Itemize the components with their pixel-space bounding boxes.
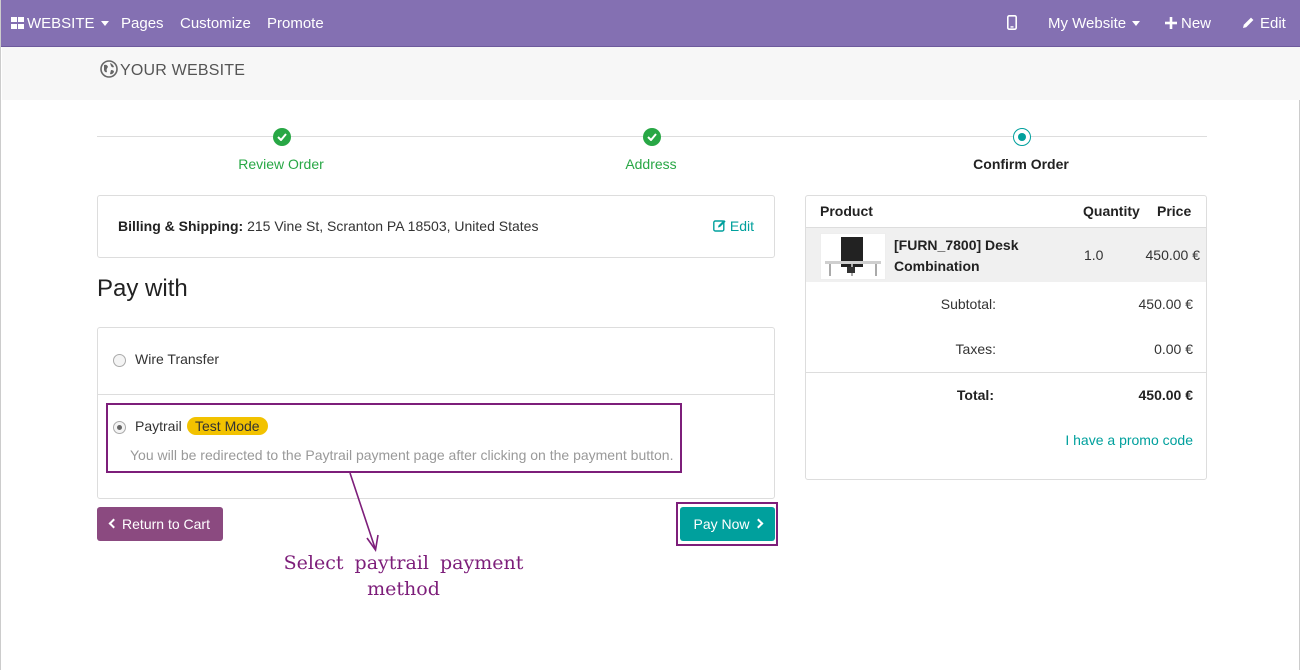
- caret-down-icon: [100, 20, 109, 26]
- step-review-order-check: [273, 128, 291, 146]
- product-price: 450.00 €: [1145, 247, 1201, 263]
- annotation-line-2: method: [367, 578, 440, 600]
- product-quantity: 1.0: [1084, 247, 1104, 263]
- new-label: New: [1181, 15, 1212, 32]
- taxes-value: 0.00 €: [1154, 341, 1193, 357]
- plus-icon: [1165, 16, 1177, 29]
- website-app-menu[interactable]: WEBSITE: [11, 0, 109, 47]
- check-icon: [647, 133, 657, 141]
- billing-shipping-card: Billing & Shipping: 215 Vine St, Scranto…: [97, 195, 775, 258]
- col-product: Product: [820, 203, 873, 219]
- product-thumbnail[interactable]: [820, 233, 886, 280]
- product-name-line-1: [FURN_7800] Desk: [894, 237, 1019, 253]
- wire-transfer-radio[interactable]: [113, 354, 126, 367]
- desk-image: [825, 237, 881, 276]
- summary-header-row: Product Quantity Price: [806, 196, 1206, 227]
- paytrail-highlight-box: [106, 403, 682, 473]
- billing-address-text: 215 Vine St, Scranton PA 18503, United S…: [247, 218, 539, 234]
- site-logo[interactable]: YOUR WEBSITE: [100, 60, 246, 80]
- new-button[interactable]: New: [1165, 0, 1211, 47]
- pencil-icon: [1243, 17, 1254, 29]
- edit-icon: [712, 220, 726, 232]
- order-summary-card: Product Quantity Price [FURN_7800] Desk …: [805, 195, 1207, 480]
- edit-address-label: Edit: [729, 218, 754, 234]
- billing-label: Billing & Shipping:: [118, 218, 244, 234]
- summary-divider: [806, 372, 1206, 373]
- menu-promote[interactable]: Promote: [267, 0, 324, 47]
- product-name-line-2: Combination: [894, 258, 980, 274]
- step-review-order[interactable]: Review Order: [181, 156, 381, 172]
- edit-label: Edit: [1260, 15, 1286, 32]
- pay-now-label: Pay Now: [693, 516, 750, 532]
- check-icon: [277, 133, 287, 141]
- annotation-text: Select paytrail payment method: [281, 550, 526, 602]
- step-address-check: [643, 128, 661, 146]
- subtotal-value: 450.00 €: [1138, 296, 1194, 312]
- globe-icon: [100, 60, 118, 79]
- website-selector[interactable]: My Website: [1048, 0, 1141, 47]
- step-confirm-order: Confirm Order: [973, 156, 1069, 172]
- annotation-line-1: Select paytrail payment: [283, 552, 524, 574]
- payment-method-wire-transfer[interactable]: Wire Transfer: [98, 328, 774, 395]
- mobile-preview-button[interactable]: [1007, 0, 1017, 47]
- pay-now-button[interactable]: Pay Now: [680, 507, 775, 541]
- step-address[interactable]: Address: [551, 156, 751, 172]
- menu-pages[interactable]: Pages: [121, 0, 164, 47]
- edit-button[interactable]: Edit: [1242, 0, 1286, 47]
- caret-down-icon: [1132, 20, 1141, 26]
- promo-code-link[interactable]: I have a promo code: [1065, 432, 1193, 448]
- step-confirm-order-dot: [1013, 128, 1031, 146]
- website-topbar: WEBSITE Pages Customize Promote My Websi…: [1, 0, 1300, 47]
- total-label: Total:: [956, 387, 994, 403]
- annotation-arrow: [349, 472, 379, 553]
- website-selector-label: My Website: [1048, 15, 1127, 32]
- col-price: Price: [1157, 203, 1192, 219]
- menu-customize[interactable]: Customize: [180, 0, 251, 47]
- total-value: 450.00 €: [1138, 387, 1194, 403]
- apps-grid-icon: [11, 16, 24, 29]
- edit-address-link[interactable]: Edit: [712, 218, 754, 234]
- return-to-cart-label: Return to Cart: [122, 516, 210, 532]
- taxes-label: Taxes:: [955, 341, 996, 357]
- billing-address: Billing & Shipping: 215 Vine St, Scranto…: [118, 218, 538, 234]
- return-to-cart-button[interactable]: Return to Cart: [97, 507, 223, 541]
- wire-transfer-label[interactable]: Wire Transfer: [135, 351, 219, 367]
- mobile-phone-icon: [1007, 15, 1017, 31]
- chevron-right-icon: [753, 518, 763, 529]
- product-name[interactable]: [FURN_7800] Desk Combination: [894, 235, 1044, 277]
- brand-name: YOUR WEBSITE: [120, 62, 246, 79]
- pay-with-heading: Pay with: [97, 275, 188, 302]
- website-app-label: WEBSITE: [27, 15, 95, 32]
- summary-item-row: [FURN_7800] Desk Combination 1.0 450.00 …: [806, 227, 1206, 282]
- chevron-left-icon: [108, 518, 119, 529]
- col-quantity: Quantity: [1083, 203, 1140, 219]
- subtotal-label: Subtotal:: [940, 296, 996, 312]
